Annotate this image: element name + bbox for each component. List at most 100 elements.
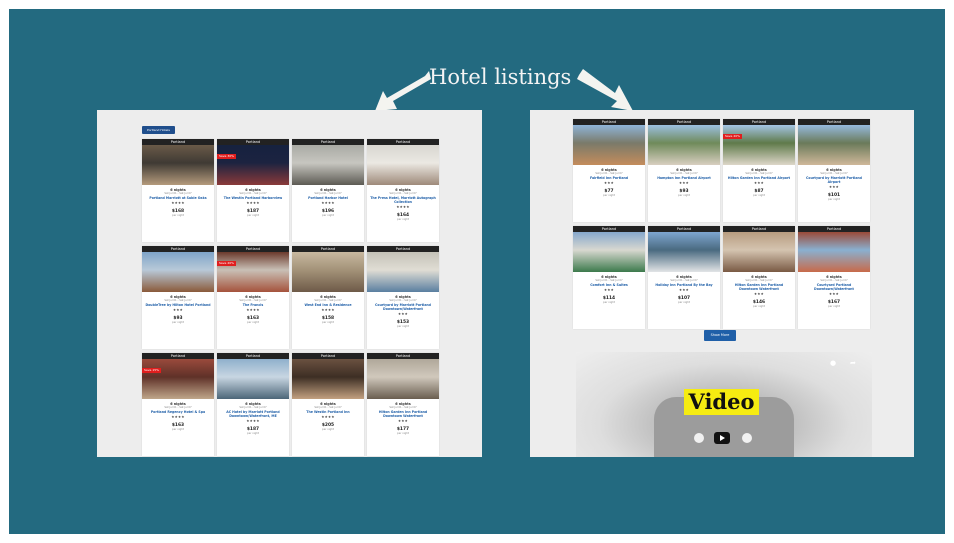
hotel-card[interactable]: Portland Save 15% 6 nights Sat Jul 01 - … <box>142 353 214 456</box>
star-rating: ★★★ <box>828 185 840 189</box>
video-dot-right <box>742 433 752 443</box>
hotel-name-link[interactable]: Courtyard by Marriott Portland Airport <box>798 176 870 184</box>
per-night-label: per night <box>322 214 334 217</box>
dates-label: Sat Jul 01 - Sat Jul 07 <box>745 279 773 282</box>
dates-label: Sat Jul 01 - Sat Jul 07 <box>239 192 267 195</box>
hotel-name-link[interactable]: The Francis <box>217 303 289 307</box>
hotel-card[interactable]: Portland 6 nights Sat Jul 01 - Sat Jul 0… <box>367 139 439 242</box>
hotel-card[interactable]: Portland 6 nights Sat Jul 01 - Sat Jul 0… <box>367 353 439 456</box>
hotel-photo <box>292 252 364 292</box>
hotel-photo <box>142 252 214 292</box>
hotel-name-link[interactable]: Holiday Inn Portland By the Bay <box>648 283 720 287</box>
hotel-card[interactable]: Portland Save 20% 6 nights Sat Jul 01 - … <box>217 246 289 349</box>
dates-label: Sat Jul 01 - Sat Jul 07 <box>164 299 192 302</box>
hotel-photo <box>292 359 364 399</box>
dates-label: Sat Jul 01 - Sat Jul 07 <box>314 406 342 409</box>
watch-later-icon[interactable]: ● <box>830 359 836 367</box>
per-night-label: per night <box>397 218 409 221</box>
hotel-name-link[interactable]: DoubleTree by Hilton Hotel Portland <box>142 303 214 307</box>
portland-hotels-button[interactable]: Portland Hotels <box>142 126 175 134</box>
per-night-label: per night <box>753 194 765 197</box>
hotel-name-link[interactable]: Fairfield Inn Portland <box>573 176 645 180</box>
show-more-button[interactable]: Show More <box>704 330 736 341</box>
dates-label: Sat Jul 01 - Sat Jul 07 <box>314 192 342 195</box>
slide-heading: Hotel listings <box>429 65 572 89</box>
hotel-photo <box>648 125 720 165</box>
star-rating: ★★★★ <box>321 415 335 419</box>
hotel-card[interactable]: Portland 6 nights Sat Jul 01 - Sat Jul 0… <box>648 226 720 329</box>
hotel-card[interactable]: Portland 6 nights Sat Jul 01 - Sat Jul 0… <box>142 139 214 242</box>
hotel-card[interactable]: Portland 6 nights Sat Jul 01 - Sat Jul 0… <box>217 353 289 456</box>
dates-label: Sat Jul 01 - Sat Jul 07 <box>239 406 267 409</box>
hotel-photo <box>648 232 720 272</box>
star-rating: ★★★ <box>397 419 409 423</box>
video-embed[interactable]: ● ➦ Video <box>576 352 872 457</box>
hotel-name-link[interactable]: Courtyard Portland Downtown/Waterfront <box>798 283 870 291</box>
hotel-name-link[interactable]: The Westin Portland Harborview <box>217 196 289 200</box>
discount-badge: Save 20% <box>217 261 236 266</box>
play-icon[interactable] <box>714 432 730 444</box>
hotel-name-link[interactable]: West End Inn & Residence <box>292 303 364 307</box>
hotel-listings-page-left: Portland Hotels Portland 6 nights Sat Ju… <box>97 110 482 457</box>
per-night-label: per night <box>678 194 690 197</box>
hotel-card[interactable]: Portland 6 nights Sat Jul 01 - Sat Jul 0… <box>292 353 364 456</box>
hotel-card[interactable]: Portland Save 20% 6 nights Sat Jul 01 - … <box>723 119 795 222</box>
hotel-listings-page-right: Portland 6 nights Sat Jul 01 - Sat Jul 0… <box>530 110 914 457</box>
star-rating: ★★★ <box>678 288 690 292</box>
dates-label: Sat Jul 01 - Sat Jul 07 <box>164 406 192 409</box>
hotel-card[interactable]: Portland 6 nights Sat Jul 01 - Sat Jul 0… <box>798 226 870 329</box>
hotel-name-link[interactable]: The Westin Portland Inn <box>292 410 364 414</box>
dates-label: Sat Jul 01 - Sat Jul 07 <box>670 279 698 282</box>
per-night-label: per night <box>603 301 615 304</box>
discount-badge: Save 30% <box>217 154 236 159</box>
star-rating: ★★★ <box>603 288 615 292</box>
hotel-name-link[interactable]: The Press Hotel, Marriott Autograph Coll… <box>367 196 439 204</box>
dates-label: Sat Jul 01 - Sat Jul 07 <box>670 172 698 175</box>
hotel-name-link[interactable]: AC Hotel by Marriott Portland Downtown/W… <box>217 410 289 418</box>
dates-label: Sat Jul 01 - Sat Jul 07 <box>820 279 848 282</box>
hotel-photo: Save 30% <box>217 145 289 185</box>
dates-label: Sat Jul 01 - Sat Jul 07 <box>745 172 773 175</box>
share-icon[interactable]: ➦ <box>850 359 856 367</box>
hotel-name-link[interactable]: Comfort Inn & Suites <box>573 283 645 287</box>
star-rating: ★★★ <box>172 308 184 312</box>
hotel-card[interactable]: Portland 6 nights Sat Jul 01 - Sat Jul 0… <box>292 246 364 349</box>
hotel-name-link[interactable]: Hilton Garden Inn Portland Airport <box>723 176 795 180</box>
hotel-card[interactable]: Portland 6 nights Sat Jul 01 - Sat Jul 0… <box>723 226 795 329</box>
per-night-label: per night <box>753 305 765 308</box>
hotel-photo <box>367 359 439 399</box>
star-rating: ★★★★ <box>321 308 335 312</box>
dates-label: Sat Jul 01 - Sat Jul 07 <box>820 172 848 175</box>
per-night-label: per night <box>172 214 184 217</box>
hotel-name-link[interactable]: Courtyard by Marriott Portland Downtown/… <box>367 303 439 311</box>
per-night-label: per night <box>397 432 409 435</box>
hotel-name-link[interactable]: Portland Harbor Hotel <box>292 196 364 200</box>
hotel-card[interactable]: Portland 6 nights Sat Jul 01 - Sat Jul 0… <box>292 139 364 242</box>
hotel-card[interactable]: Portland 6 nights Sat Jul 01 - Sat Jul 0… <box>142 246 214 349</box>
presentation-slide: Hotel listings Portland Hotels Portland … <box>9 9 945 534</box>
hotel-name-link[interactable]: Portland Regency Hotel & Spa <box>142 410 214 414</box>
hotel-card[interactable]: Portland 6 nights Sat Jul 01 - Sat Jul 0… <box>573 226 645 329</box>
hotel-name-link[interactable]: Hampton Inn Portland Airport <box>648 176 720 180</box>
hotel-name-link[interactable]: Portland Marriott at Sable Oaks <box>142 196 214 200</box>
dates-label: Sat Jul 01 - Sat Jul 07 <box>389 299 417 302</box>
star-rating: ★★★★ <box>171 415 185 419</box>
hotel-photo <box>798 232 870 272</box>
star-rating: ★★★★ <box>171 201 185 205</box>
hotel-photo <box>573 232 645 272</box>
hotel-card[interactable]: Portland 6 nights Sat Jul 01 - Sat Jul 0… <box>798 119 870 222</box>
per-night-label: per night <box>172 428 184 431</box>
hotel-card-grid: Portland 6 nights Sat Jul 01 - Sat Jul 0… <box>142 139 439 456</box>
star-rating: ★★★ <box>753 181 765 185</box>
hotel-card[interactable]: Portland Save 30% 6 nights Sat Jul 01 - … <box>217 139 289 242</box>
dates-label: Sat Jul 01 - Sat Jul 07 <box>595 172 623 175</box>
hotel-card[interactable]: Portland 6 nights Sat Jul 01 - Sat Jul 0… <box>648 119 720 222</box>
per-night-label: per night <box>247 432 259 435</box>
hotel-card[interactable]: Portland 6 nights Sat Jul 01 - Sat Jul 0… <box>573 119 645 222</box>
hotel-card[interactable]: Portland 6 nights Sat Jul 01 - Sat Jul 0… <box>367 246 439 349</box>
star-rating: ★★★ <box>828 292 840 296</box>
video-dot-left <box>694 433 704 443</box>
star-rating: ★★★ <box>397 312 409 316</box>
hotel-name-link[interactable]: Hilton Garden Inn Portland Downtown Wate… <box>367 410 439 418</box>
hotel-name-link[interactable]: Hilton Garden Inn Portland Downtown Wate… <box>723 283 795 291</box>
